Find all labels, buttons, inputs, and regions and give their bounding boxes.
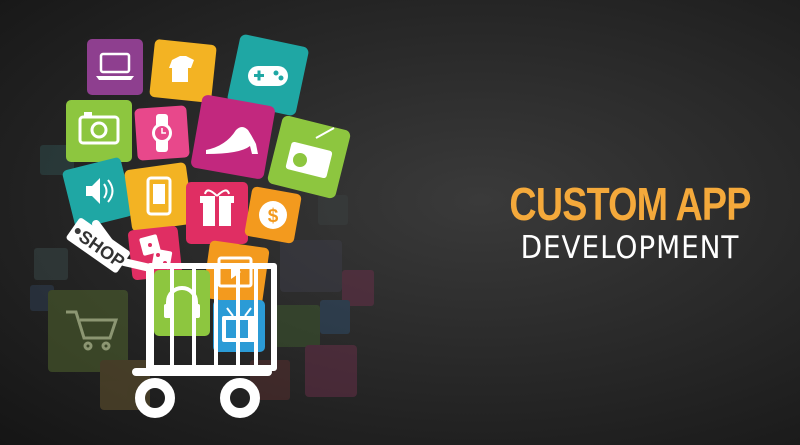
laptop-tile — [87, 39, 143, 95]
svg-text:$: $ — [268, 206, 279, 227]
phone-tile — [124, 162, 194, 232]
radio-tile — [267, 115, 351, 199]
shoe-tile — [191, 95, 275, 179]
headline-subtitle: DEVELOPMENT — [520, 230, 740, 266]
headline: CUSTOM APP DEVELOPMENT — [470, 178, 790, 266]
headline-title: CUSTOM APP — [509, 178, 751, 230]
gift-tile — [186, 182, 248, 244]
shirt-tile — [149, 39, 217, 103]
watch-tile — [134, 105, 190, 161]
dollar-tile: $ — [244, 186, 302, 244]
camera-tile — [66, 100, 132, 162]
headphones-tile — [154, 270, 210, 336]
